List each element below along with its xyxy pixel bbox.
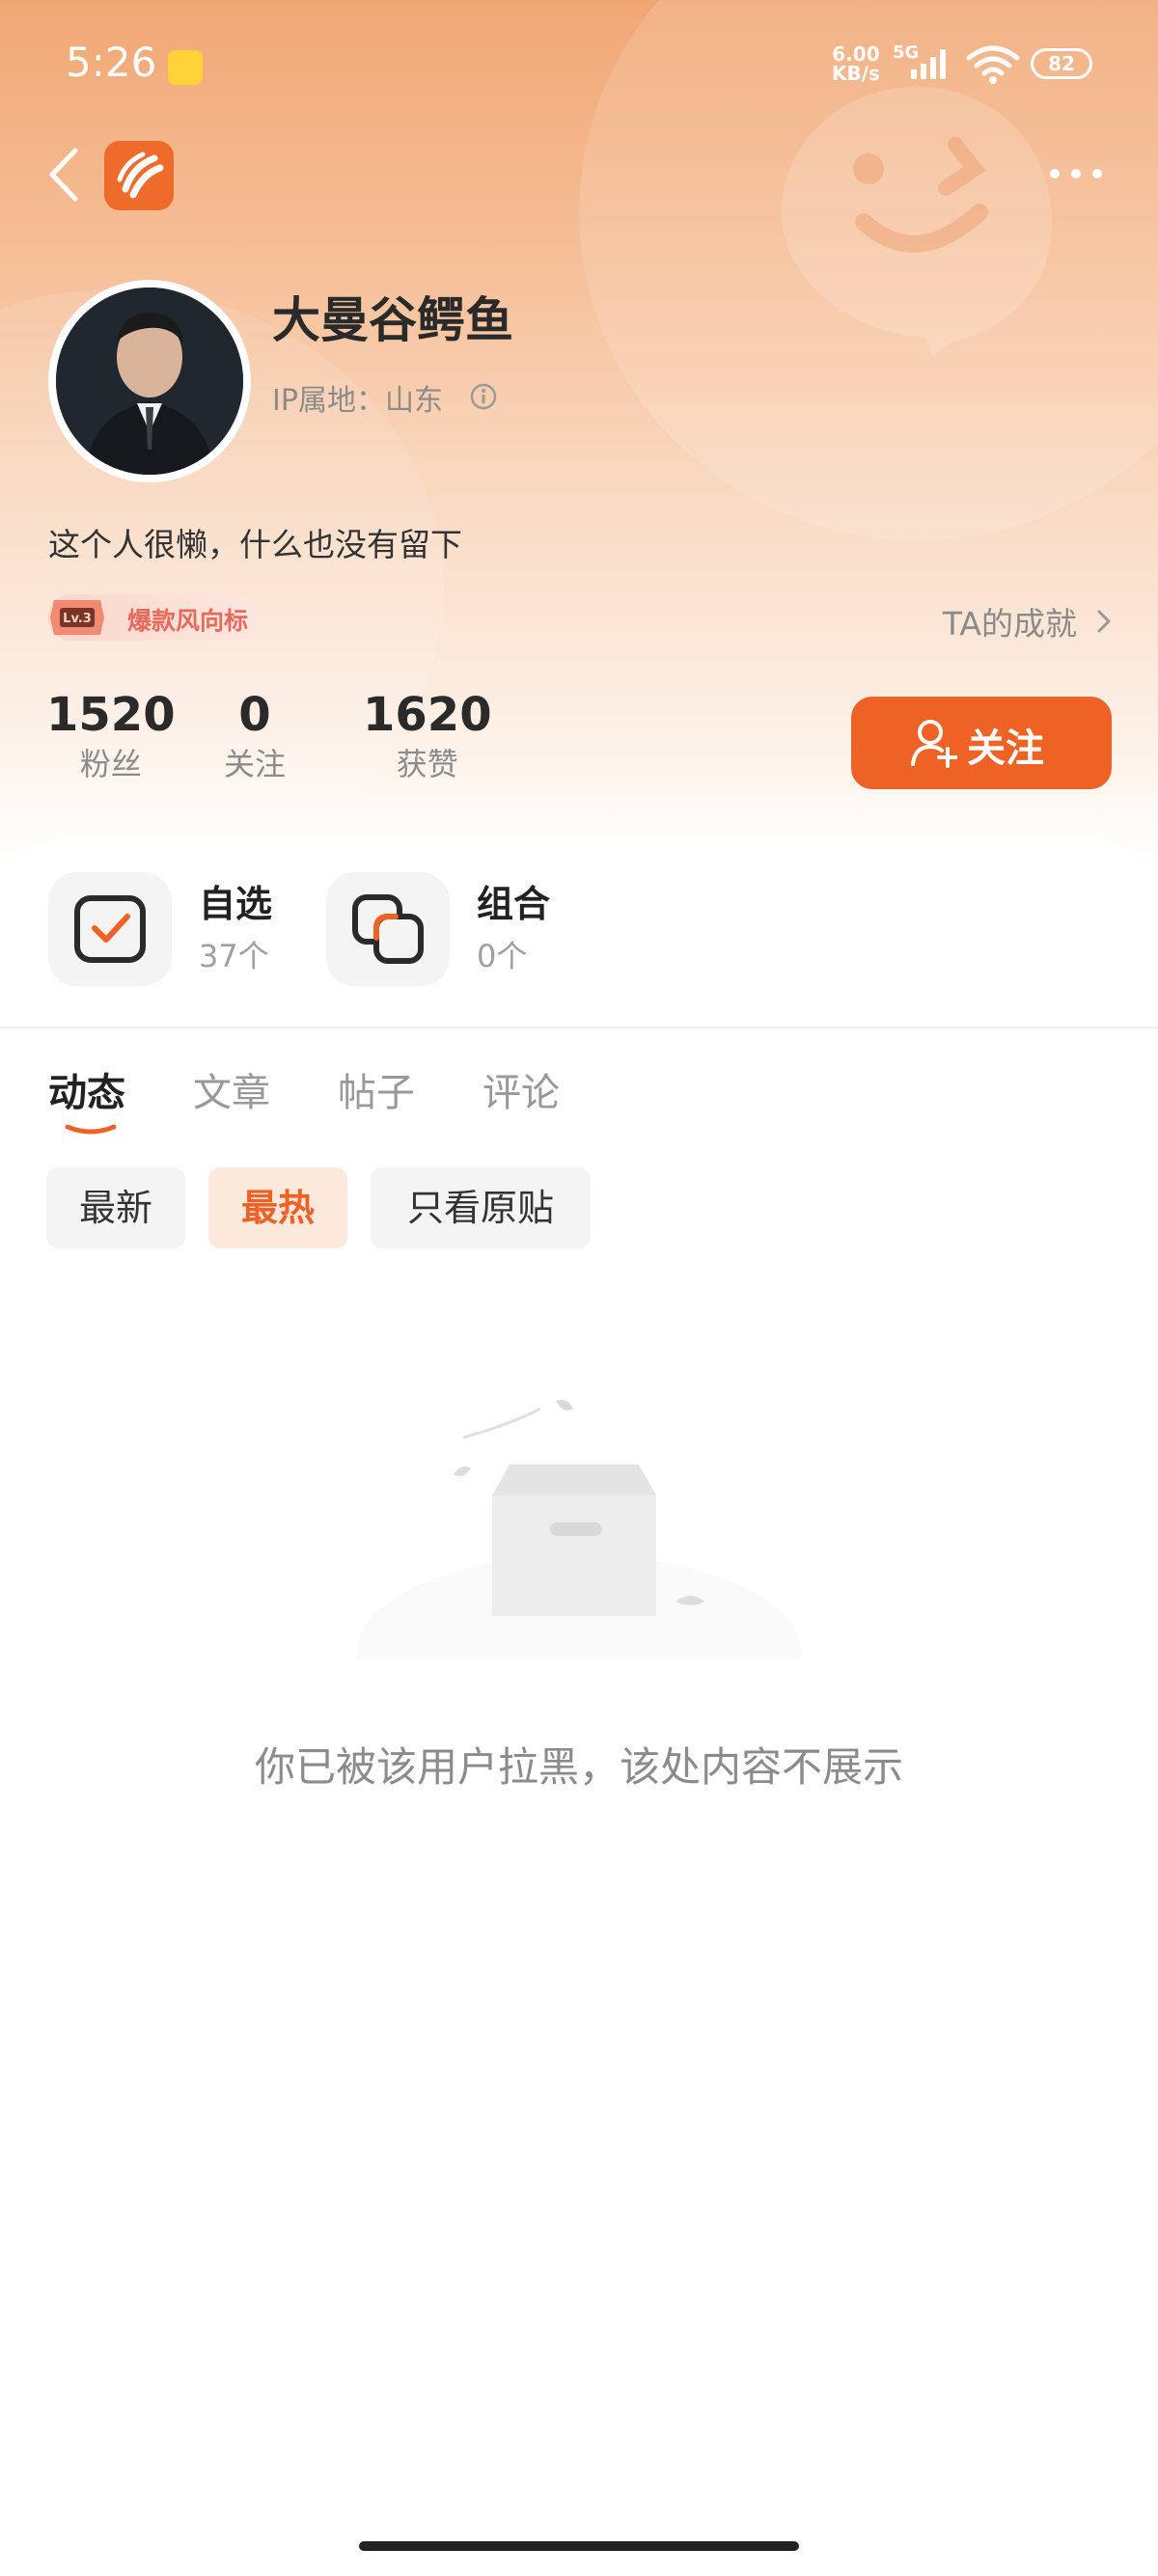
empty-box-icon [357,1400,801,1659]
filter-original-only[interactable]: 只看原贴 [371,1167,591,1248]
home-indicator[interactable] [359,2541,799,2551]
profile-username: 大曼谷鳄鱼 [272,292,513,348]
follow-button-label: 关注 [967,726,1044,771]
content-card [0,839,1158,2576]
chevron-left-icon[interactable] [44,145,83,205]
portfolio-button[interactable] [326,872,450,986]
section-divider [0,1027,1158,1028]
filter-latest[interactable]: 最新 [46,1167,185,1248]
wifi-icon [966,45,1020,84]
status-bar: 5:26 6.00 KB/s 5G 82 [0,0,1158,135]
more-dots-icon[interactable] [1047,164,1105,183]
stat-following[interactable]: 0 关注 [224,687,286,785]
filter-hottest[interactable]: 最热 [208,1167,347,1248]
watchlist-button[interactable] [48,872,172,986]
badge-label: 爆款风向标 [127,607,249,635]
badge-level-icon: Lv.3 [50,600,104,635]
achievements-link[interactable]: TA的成就 [943,598,1077,644]
tab-dynamics[interactable]: 动态 [48,1061,125,1117]
signal-icon [911,49,946,79]
stack-icon [352,894,424,964]
portfolio-count: 0个 [477,938,528,974]
empty-state-message: 你已被该用户拉黑，该处内容不展示 [254,1743,903,1791]
chevron-right-icon [1097,610,1111,633]
app-logo-icon[interactable] [104,141,174,210]
follow-button[interactable]: 关注 [851,697,1112,789]
info-icon[interactable] [469,382,498,411]
watchlist-count: 37个 [199,938,269,974]
status-time: 5:26 [66,39,157,86]
watchlist-title: 自选 [199,883,273,925]
tab-active-indicator [65,1124,117,1135]
network-speed: 6.00 KB/s [832,44,880,83]
stat-value: 0 [238,688,271,742]
stat-label: 粉丝 [79,746,142,782]
stat-label: 关注 [224,746,287,782]
tab-comments[interactable]: 评论 [482,1061,560,1117]
battery-indicator: 82 [1031,48,1092,79]
add-user-icon [911,720,957,768]
avatar-portrait [56,288,243,475]
portfolio-title: 组合 [477,883,551,925]
stat-followers[interactable]: 1520 粉丝 [46,687,176,785]
stat-value: 1620 [363,688,492,742]
stat-value: 1520 [46,688,176,742]
network-speed-value: 6.00 [832,42,880,66]
stat-likes[interactable]: 1620 获赞 [363,687,492,785]
tab-articles[interactable]: 文章 [193,1061,270,1117]
badge-level-text: Lv.3 [63,612,92,626]
notification-app-icon [168,50,203,85]
network-speed-unit: KB/s [832,62,880,85]
checkbox-icon [74,895,146,963]
profile-bio: 这个人很懒，什么也没有留下 [48,526,462,563]
ip-location: IP属地：山东 [272,384,443,418]
app-logo-glyph [117,151,164,199]
tab-posts[interactable]: 帖子 [338,1061,415,1117]
stat-label: 获赞 [396,746,458,782]
avatar[interactable] [56,288,243,475]
